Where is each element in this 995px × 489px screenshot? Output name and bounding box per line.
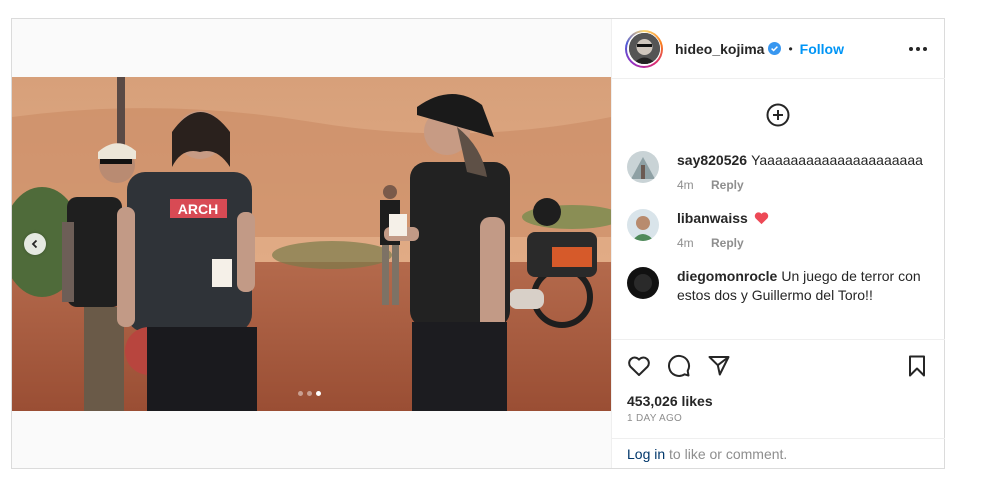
more-icon xyxy=(909,46,913,51)
comment-text: Yaaaaaaaaaaaaaaaaaaaaa xyxy=(751,152,923,168)
comment-username[interactable]: diegomonrocle xyxy=(677,268,777,284)
bookmark-icon xyxy=(909,355,925,377)
commenter-avatar[interactable] xyxy=(627,209,659,241)
login-link[interactable]: Log in xyxy=(627,446,665,462)
reply-button[interactable]: Reply xyxy=(711,178,744,192)
carousel-indicator xyxy=(298,391,321,396)
comment-time: 4m xyxy=(677,178,694,192)
like-button[interactable] xyxy=(627,354,651,378)
comment-item: diegomonrocle Un juego de terror con esto… xyxy=(611,267,945,305)
plus-circle-icon[interactable] xyxy=(766,103,790,127)
separator-dot: • xyxy=(788,41,793,56)
verified-badge-icon xyxy=(768,42,782,55)
speech-bubble-icon xyxy=(668,354,691,377)
post-media: ARCH xyxy=(12,19,612,468)
reply-button[interactable]: Reply xyxy=(711,236,744,250)
comment-username[interactable]: libanwaiss xyxy=(677,210,748,226)
carousel-dot xyxy=(316,391,321,396)
carousel-dot xyxy=(307,391,312,396)
comment-button[interactable] xyxy=(667,354,691,378)
add-comment-area xyxy=(611,79,945,151)
post-username[interactable]: hideo_kojima xyxy=(675,41,764,57)
paper-plane-icon xyxy=(708,356,730,376)
post-header: hideo_kojima • Follow xyxy=(611,19,945,79)
svg-text:ARCH: ARCH xyxy=(178,201,218,217)
desert-group-photo: ARCH xyxy=(12,77,611,411)
comments-section: say820526 Yaaaaaaaaaaaaaaaaaaaaa 4m Reply xyxy=(611,79,945,339)
login-prompt: Log in to like or comment. xyxy=(611,438,945,468)
follow-button[interactable]: Follow xyxy=(800,41,844,57)
post-actions: 453,026 likes 1 DAY AGO xyxy=(611,339,945,424)
more-options-button[interactable] xyxy=(905,43,931,55)
chevron-left-icon xyxy=(31,239,38,249)
login-prompt-text: to like or comment. xyxy=(665,446,788,462)
share-button[interactable] xyxy=(707,354,731,378)
save-button[interactable] xyxy=(905,354,929,378)
previous-photo-button[interactable] xyxy=(24,233,46,255)
carousel-dot xyxy=(298,391,303,396)
avatar xyxy=(628,33,660,64)
heart-icon xyxy=(628,356,650,376)
like-count[interactable]: 453,026 likes xyxy=(627,393,929,409)
post-photo[interactable]: ARCH xyxy=(12,77,611,411)
post-date: 1 DAY AGO xyxy=(627,413,683,424)
red-heart-icon xyxy=(754,212,769,225)
comment-username[interactable]: say820526 xyxy=(677,152,747,168)
comment-item: say820526 Yaaaaaaaaaaaaaaaaaaaaa 4m Reply xyxy=(611,151,945,195)
commenter-avatar[interactable] xyxy=(627,267,659,299)
comment-item: libanwaiss 4m Reply xyxy=(611,209,945,253)
commenter-avatar[interactable] xyxy=(627,151,659,183)
post-sidebar: hideo_kojima • Follow say820526 Yaaaaaaa… xyxy=(611,19,945,468)
instagram-post: ARCH hideo_kojima • Follow say820526 Yaa… xyxy=(11,18,945,469)
comment-time: 4m xyxy=(677,236,694,250)
story-ring[interactable] xyxy=(625,29,663,68)
